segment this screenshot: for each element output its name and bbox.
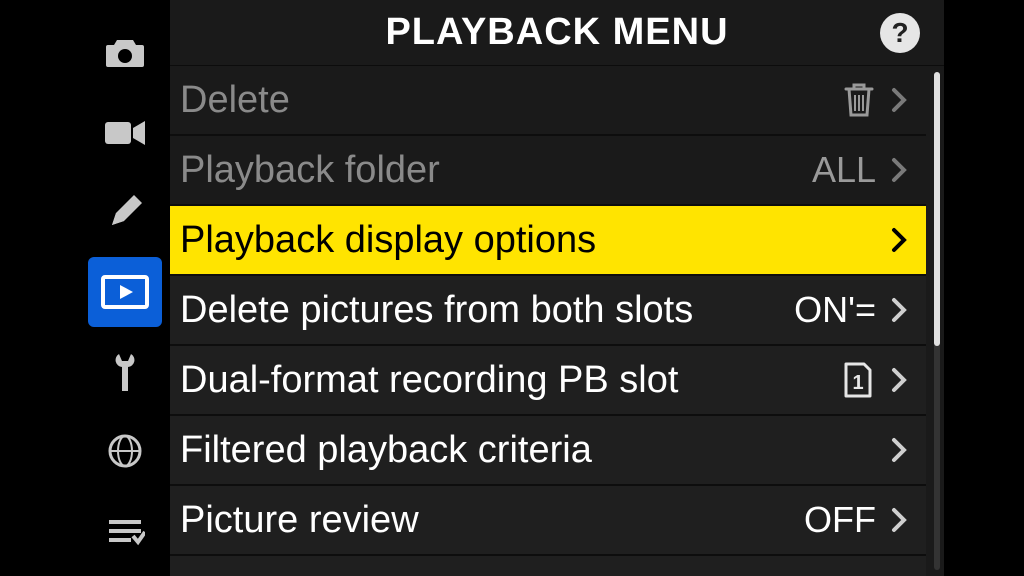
tab-movie-shooting[interactable] [88,98,162,168]
scrollbar[interactable] [934,72,940,570]
menu-item-playback-folder[interactable]: Playback folder ALL [170,136,926,206]
menu-item-label: Dual-format recording PB slot [180,359,840,402]
menu-tabs-sidebar [80,0,170,576]
chevron-right-icon [882,87,916,113]
chevron-right-icon [882,297,916,323]
menu-item-value: OFF [804,499,876,541]
menu-item-label: Picture review [180,499,804,542]
menu-item-label: Playback display options [180,219,876,262]
chevron-right-icon [882,227,916,253]
menu-item-value: 1 [840,360,876,400]
menu-header: PLAYBACK MENU ? [170,0,944,66]
network-globe-icon [104,430,146,472]
menu-item-picture-review[interactable]: Picture review OFF [170,486,926,556]
card-slot-1-icon: 1 [840,360,876,400]
menu-item-value: ON'= [794,289,876,331]
menu-item-value [842,81,876,119]
menu-item-delete-both-slots[interactable]: Delete pictures from both slots ON'= [170,276,926,346]
tab-playback[interactable] [88,257,162,327]
menu-item-label: Delete pictures from both slots [180,289,794,332]
camera-icon [104,36,146,70]
tab-custom-settings[interactable] [88,177,162,247]
trash-icon [842,81,876,119]
menu-list: Delete Playback folder [170,66,926,576]
svg-text:1: 1 [852,372,863,394]
help-icon: ? [891,17,908,49]
menu-item-filtered-playback-criteria[interactable]: Filtered playback criteria [170,416,926,486]
tab-my-menu[interactable] [88,496,162,566]
menu-item-label: Delete [180,79,842,122]
tab-photo-shooting[interactable] [88,18,162,88]
tab-network[interactable] [88,417,162,487]
menu-item-dual-format-pb-slot[interactable]: Dual-format recording PB slot 1 [170,346,926,416]
tab-setup[interactable] [88,337,162,407]
scrollbar-thumb[interactable] [934,72,940,346]
menu-item-playback-display-options[interactable]: Playback display options [170,206,926,276]
menu-item-label: Filtered playback criteria [180,429,876,472]
chevron-right-icon [882,507,916,533]
my-menu-icon [105,516,145,546]
wrench-icon [115,351,135,393]
menu-item-label: Playback folder [180,149,812,192]
chevron-right-icon [882,157,916,183]
menu-item-delete[interactable]: Delete [170,66,926,136]
help-button[interactable]: ? [880,13,920,53]
menu-item-value: ALL [812,149,876,191]
page-title: PLAYBACK MENU [385,11,728,54]
chevron-right-icon [882,437,916,463]
menu-content: PLAYBACK MENU ? Delete [170,0,944,576]
play-icon [101,275,149,309]
video-camera-icon [103,118,147,148]
pencil-icon [106,193,144,231]
menu-item-after-delete[interactable]: After delete [170,556,926,576]
chevron-right-icon [882,367,916,393]
